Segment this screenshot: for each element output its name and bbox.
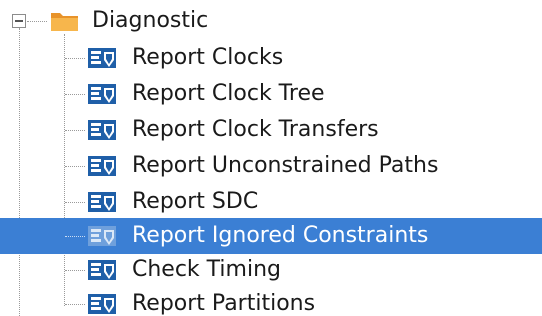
tree-item-report-sdc[interactable]: Report SDC — [0, 184, 542, 220]
report-icon — [88, 192, 116, 212]
report-icon — [88, 48, 116, 68]
tree-item-label: Report Unconstrained Paths — [132, 153, 439, 178]
tree-item-report-partitions[interactable]: Report Partitions — [0, 286, 542, 316]
tree-branch — [65, 270, 85, 271]
tree-branch — [65, 58, 85, 59]
tree-branch — [65, 94, 85, 95]
report-icon — [88, 120, 116, 140]
tree-branch — [65, 166, 85, 167]
tree-item-label: Report Clocks — [132, 45, 284, 70]
tree-line-root-branch — [27, 21, 47, 22]
tree-item-label: Check Timing — [132, 257, 281, 282]
tree-branch — [65, 202, 85, 203]
tree-item-report-clocks[interactable]: Report Clocks — [0, 40, 542, 76]
collapse-toggle[interactable] — [12, 14, 26, 28]
tree-item-label: Report Ignored Constraints — [132, 223, 429, 248]
tree-item-report-clock-tree[interactable]: Report Clock Tree — [0, 76, 542, 112]
tree-item-label: Report Clock Transfers — [132, 117, 379, 142]
tree-item-report-ignored-constraints[interactable]: Report Ignored Constraints — [0, 218, 542, 254]
report-icon — [88, 226, 116, 246]
tree-branch — [65, 304, 85, 305]
tree-item-check-timing[interactable]: Check Timing — [0, 252, 542, 288]
tree-item-report-clock-transfers[interactable]: Report Clock Transfers — [0, 112, 542, 148]
report-icon — [88, 156, 116, 176]
tree-item-label: Report Partitions — [132, 291, 316, 316]
tree-branch — [65, 236, 85, 237]
report-icon — [88, 294, 116, 314]
folder-label-diagnostic[interactable]: Diagnostic — [92, 4, 208, 38]
task-tree: Diagnostic Report Clocks Report Clock Tr… — [0, 0, 542, 316]
folder-icon — [51, 13, 78, 31]
report-icon — [88, 84, 116, 104]
tree-item-label: Report SDC — [132, 189, 259, 214]
tree-item-label: Report Clock Tree — [132, 81, 325, 106]
tree-item-report-unconstrained-paths[interactable]: Report Unconstrained Paths — [0, 148, 542, 184]
tree-branch — [65, 130, 85, 131]
report-icon — [88, 260, 116, 280]
